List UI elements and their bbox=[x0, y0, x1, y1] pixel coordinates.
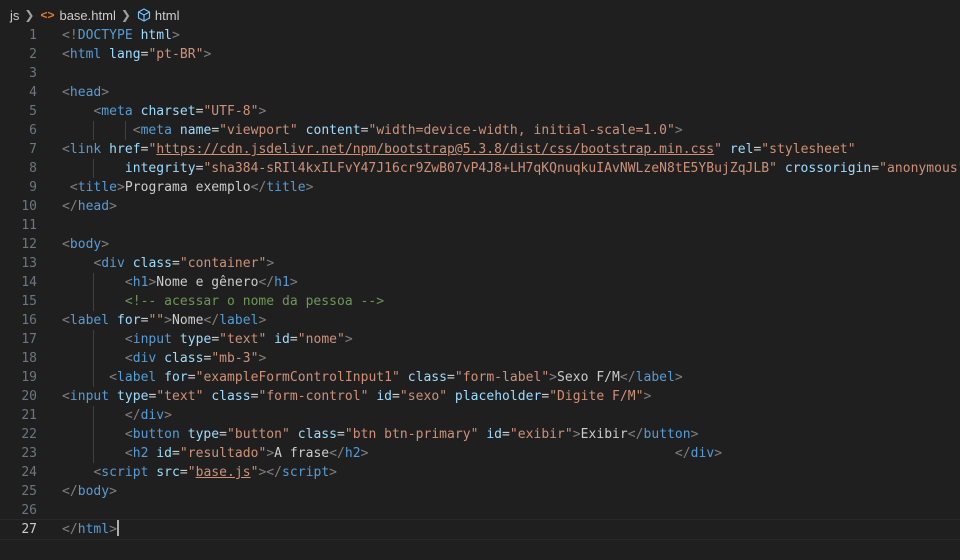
code-text: <!-- acessar o nome da pessoa --> bbox=[124, 294, 385, 309]
line-number: 4 bbox=[29, 85, 37, 100]
code-text: <meta name="viewport" content="width=dev… bbox=[132, 123, 683, 138]
code-line[interactable]: 15 <!-- acessar o nome da pessoa --> bbox=[0, 292, 960, 311]
code-text: <label for="">Nome</label> bbox=[62, 313, 267, 328]
indent-guide bbox=[124, 121, 126, 140]
chevron-right-icon: ❯ bbox=[24, 8, 35, 22]
line-number: 16 bbox=[21, 313, 37, 328]
code-line[interactable]: 9 <title>Programa exemplo</title> bbox=[0, 178, 960, 197]
code-line[interactable]: 22 <button type="button" class="btn btn-… bbox=[0, 425, 960, 444]
line-number: 3 bbox=[29, 66, 37, 81]
line-number: 27 bbox=[21, 522, 37, 537]
line-number: 21 bbox=[21, 408, 37, 423]
code-line[interactable]: 7 <link href="https://cdn.jsdelivr.net/np… bbox=[0, 140, 960, 159]
line-number: 2 bbox=[29, 47, 37, 62]
code-line[interactable]: 23 <h2 id="resultado">A frase</h2> </div… bbox=[0, 444, 960, 463]
html-file-icon: <> bbox=[40, 8, 55, 22]
indent-guide bbox=[93, 349, 95, 368]
code-text: <h1>Nome e gênero</h1> bbox=[124, 275, 298, 290]
code-line[interactable]: 18 <div class="mb-3"> bbox=[0, 349, 960, 368]
code-editor[interactable]: 1 <!DOCTYPE html> 2 <html lang="pt-BR"> 3 4 <h… bbox=[0, 26, 960, 560]
code-line[interactable]: 26 bbox=[0, 501, 960, 520]
code-text: </head> bbox=[62, 199, 118, 214]
code-text: <html lang="pt-BR"> bbox=[62, 47, 212, 62]
code-text: </body> bbox=[62, 484, 118, 499]
indent-guide bbox=[93, 406, 95, 425]
indent-guide bbox=[93, 425, 95, 444]
line-number: 24 bbox=[21, 465, 37, 480]
code-text: <script src="base.js"></script> bbox=[93, 465, 338, 480]
line-number: 7 bbox=[29, 142, 37, 157]
line-number: 18 bbox=[21, 351, 37, 366]
indent-guide bbox=[93, 368, 95, 387]
indent-guide bbox=[93, 444, 95, 463]
text-caret bbox=[117, 520, 120, 536]
code-text: <link href="https://cdn.jsdelivr.net/npm… bbox=[62, 142, 856, 157]
line-number: 13 bbox=[21, 256, 37, 271]
line-number: 9 bbox=[29, 180, 37, 195]
indent-guide bbox=[93, 330, 95, 349]
breadcrumb-symbol[interactable]: html bbox=[155, 8, 180, 23]
line-number: 19 bbox=[21, 370, 37, 385]
code-line[interactable]: 10 </head> bbox=[0, 197, 960, 216]
code-line[interactable]: 1 <!DOCTYPE html> bbox=[0, 26, 960, 45]
code-line[interactable]: 24 <script src="base.js"></script> bbox=[0, 463, 960, 482]
code-line[interactable]: 11 bbox=[0, 216, 960, 235]
indent-guide bbox=[93, 273, 95, 292]
line-number: 10 bbox=[21, 199, 37, 214]
code-text: </div> bbox=[124, 408, 173, 423]
code-line[interactable]: 21 </div> bbox=[0, 406, 960, 425]
breadcrumb-folder[interactable]: js bbox=[10, 8, 19, 23]
code-text: <label for="exampleFormControlInput1" cl… bbox=[109, 370, 683, 385]
line-number: 26 bbox=[21, 503, 37, 518]
code-line[interactable]: 12 <body> bbox=[0, 235, 960, 254]
line-number: 23 bbox=[21, 446, 37, 461]
line-number: 8 bbox=[29, 161, 37, 176]
code-text: <!DOCTYPE html> bbox=[62, 28, 180, 43]
code-line[interactable]: 13 <div class="container"> bbox=[0, 254, 960, 273]
indent-guide bbox=[93, 159, 95, 178]
code-line[interactable]: 14 <h1>Nome e gênero</h1> bbox=[0, 273, 960, 292]
code-line[interactable]: 27 </html> bbox=[0, 519, 960, 540]
line-number: 12 bbox=[21, 237, 37, 252]
code-line[interactable]: 19 <label for="exampleFormControlInput1"… bbox=[0, 368, 960, 387]
symbol-cube-icon bbox=[137, 8, 151, 22]
code-text: <button type="button" class="btn btn-pri… bbox=[124, 427, 699, 442]
code-line[interactable]: 3 bbox=[0, 64, 960, 83]
line-number: 6 bbox=[29, 123, 37, 138]
line-number: 17 bbox=[21, 332, 37, 347]
code-text: <head> bbox=[62, 85, 110, 100]
line-number: 14 bbox=[21, 275, 37, 290]
code-line[interactable]: 20 <input type="text" class="form-control… bbox=[0, 387, 960, 406]
code-text: <input type="text" id="nome"> bbox=[124, 332, 353, 347]
line-number: 20 bbox=[21, 389, 37, 404]
chevron-right-icon: ❯ bbox=[120, 8, 131, 22]
code-text: <body> bbox=[62, 237, 110, 252]
code-line[interactable]: 17 <input type="text" id="nome"> bbox=[0, 330, 960, 349]
line-number: 25 bbox=[21, 484, 37, 499]
line-number: 15 bbox=[21, 294, 37, 309]
code-text: <div class="container"> bbox=[93, 256, 275, 271]
code-text: <input type="text" class="form-control" … bbox=[62, 389, 652, 404]
indent-guide bbox=[93, 292, 95, 311]
code-line[interactable]: 4 <head> bbox=[0, 83, 960, 102]
breadcrumb-file[interactable]: base.html bbox=[59, 8, 115, 23]
code-text: <h2 id="resultado">A frase</h2> </div> bbox=[124, 446, 723, 461]
code-line[interactable]: 8 integrity="sha384-sRIl4kxILFvY47J16cr9… bbox=[0, 159, 960, 178]
line-number: 5 bbox=[29, 104, 37, 119]
code-text: <meta charset="UTF-8"> bbox=[93, 104, 267, 119]
code-line[interactable]: 5 <meta charset="UTF-8"> bbox=[0, 102, 960, 121]
code-text: </html> bbox=[62, 520, 120, 537]
code-line[interactable]: 25 </body> bbox=[0, 482, 960, 501]
indent-guide bbox=[93, 121, 95, 140]
code-line[interactable]: 16 <label for="">Nome</label> bbox=[0, 311, 960, 330]
line-number: 1 bbox=[29, 28, 37, 43]
code-text: <title>Programa exemplo</title> bbox=[69, 180, 314, 195]
line-number: 11 bbox=[21, 218, 37, 233]
code-line[interactable]: 2 <html lang="pt-BR"> bbox=[0, 45, 960, 64]
line-number: 22 bbox=[21, 427, 37, 442]
code-line[interactable]: 6 <meta name="viewport" content="width=d… bbox=[0, 121, 960, 140]
code-text: integrity="sha384-sRIl4kxILFvY47J16cr9Zw… bbox=[124, 161, 960, 176]
